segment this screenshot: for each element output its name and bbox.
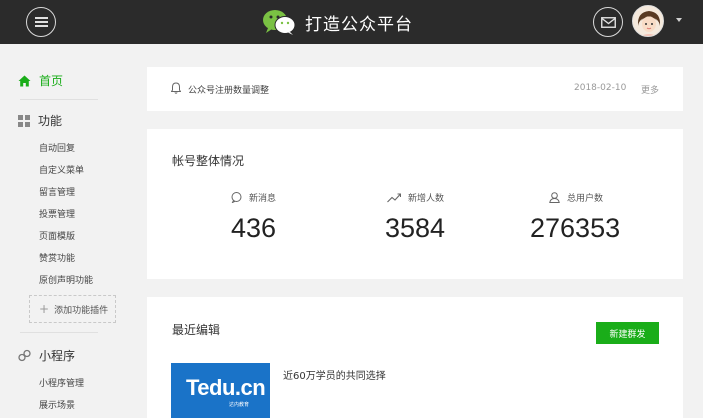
sidebar: 首页 功能 自动回复 自定义菜单 留言管理 投票管理 页面模版 赞赏功能 原创声… [0, 44, 132, 418]
top-bar: 打造公众平台 [0, 0, 703, 44]
stat-value-new-followers: 3584 [385, 213, 446, 243]
user-avatar[interactable] [632, 5, 664, 37]
article-thumbnail[interactable]: Tedu.cn 达内教育 [171, 363, 270, 418]
thumbnail-brand: Tedu.cn [186, 375, 266, 400]
section-title: 帐号整体情况 [172, 154, 245, 168]
sidebar-item-label: 首页 [39, 74, 64, 88]
add-plugin-label: 添加功能插件 [54, 305, 109, 316]
divider [20, 332, 98, 333]
sidebar-item-mini-program[interactable]: 小程序 [18, 347, 75, 364]
stat-label-new-messages: 新消息 [231, 191, 276, 204]
app-title: 打造公众平台 [305, 14, 413, 35]
sidebar-item-custom-menu[interactable]: 自定义菜单 [39, 163, 84, 176]
sidebar-item-functions[interactable]: 功能 [18, 112, 62, 129]
recent-edits-card: 最近编辑 新建群发 Tedu.cn 达内教育 近60万学员的共同选择 [147, 297, 683, 418]
sidebar-item-original-declaration[interactable]: 原创声明功能 [39, 273, 93, 286]
sidebar-item-scenes[interactable]: 展示场景 [39, 398, 75, 411]
sidebar-item-label: 小程序 [39, 349, 76, 363]
user-icon [549, 192, 560, 203]
sidebar-item-auto-reply[interactable]: 自动回复 [39, 141, 75, 154]
link-icon [18, 349, 31, 362]
mail-button[interactable] [593, 7, 623, 37]
trend-icon [387, 192, 401, 202]
avatar-image [633, 6, 663, 36]
message-icon [231, 192, 242, 203]
chevron-down-icon[interactable] [676, 18, 682, 22]
wechat-logo-icon [263, 10, 296, 35]
section-title: 最近编辑 [172, 323, 221, 337]
sidebar-item-label: 功能 [38, 114, 63, 128]
stat-label-text: 总用户数 [567, 194, 604, 204]
sidebar-item-home[interactable]: 首页 [18, 72, 63, 89]
sidebar-item-reward[interactable]: 赞赏功能 [39, 251, 75, 264]
plus-icon: + [39, 302, 50, 316]
stat-label-total-users: 总用户数 [549, 191, 603, 204]
bell-icon [171, 82, 181, 94]
stat-label-text: 新增人数 [408, 194, 445, 204]
article-title[interactable]: 近60万学员的共同选择 [283, 367, 386, 382]
sidebar-item-votes[interactable]: 投票管理 [39, 207, 75, 220]
new-broadcast-button[interactable]: 新建群发 [596, 322, 659, 344]
account-stats-card: 帐号整体情况 新消息 436 新增人数 3584 总用户数 276353 [147, 129, 683, 279]
notice-card: 公众号注册数量调整 2018-02-10 更多 [147, 67, 683, 111]
menu-button[interactable] [26, 7, 56, 37]
mail-icon [600, 16, 616, 28]
sidebar-item-page-templates[interactable]: 页面模版 [39, 229, 75, 242]
brand: 打造公众平台 [262, 8, 413, 36]
notice-date: 2018-02-10 [574, 83, 627, 93]
sidebar-item-comments[interactable]: 留言管理 [39, 185, 75, 198]
notice-text[interactable]: 公众号注册数量调整 [188, 83, 269, 96]
stat-label-new-followers: 新增人数 [387, 191, 444, 204]
add-plugin-button[interactable]: + 添加功能插件 [29, 295, 116, 323]
more-link[interactable]: 更多 [641, 83, 659, 96]
sidebar-item-mini-program-manage[interactable]: 小程序管理 [39, 376, 84, 389]
stat-label-text: 新消息 [249, 194, 277, 204]
thumbnail-subtitle: 达内教育 [229, 402, 250, 408]
home-icon [18, 75, 31, 86]
grid-icon [18, 114, 30, 127]
divider [20, 99, 98, 100]
menu-icon [34, 17, 48, 27]
stat-value-new-messages: 436 [231, 213, 277, 243]
stat-value-total-users: 276353 [530, 213, 621, 243]
